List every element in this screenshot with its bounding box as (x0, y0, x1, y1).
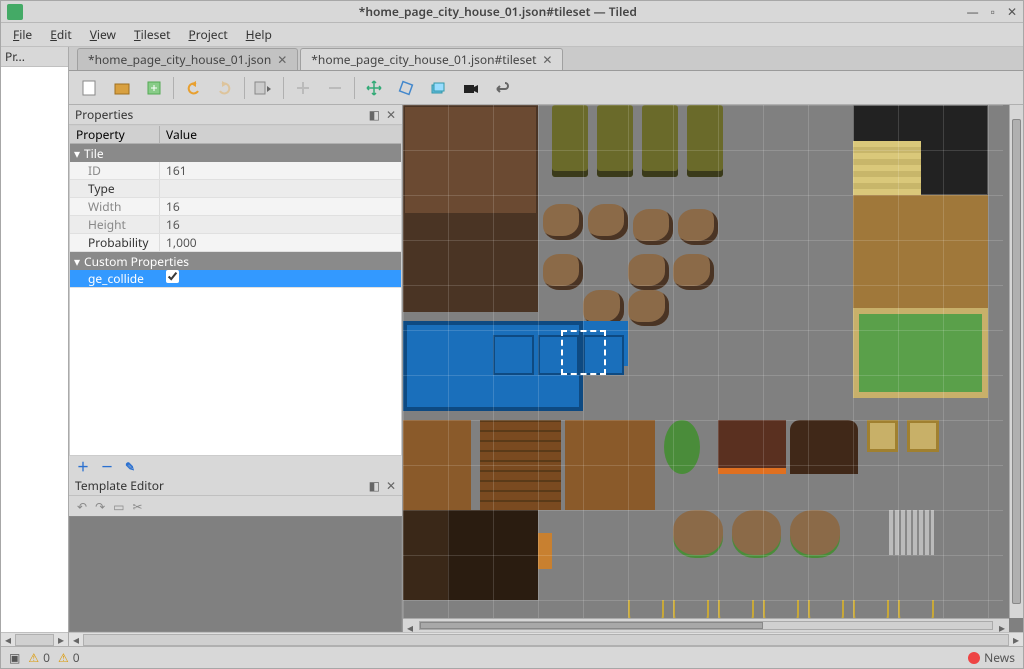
warning-count[interactable]: ⚠0 (58, 649, 80, 666)
prop-row-type[interactable]: Type (70, 180, 401, 198)
properties-tools: ＋ － ✎ (69, 456, 402, 476)
tile[interactable] (853, 308, 988, 398)
project-hscrollbar[interactable]: ◂▸ (1, 632, 68, 646)
menu-view[interactable]: View (82, 23, 124, 46)
tab-document-1[interactable]: *home_page_city_house_01.json#tileset ✕ (300, 48, 563, 70)
template-canvas[interactable] (69, 516, 402, 632)
tile[interactable] (628, 290, 669, 326)
open-file-icon[interactable] (109, 75, 135, 101)
tile[interactable] (403, 213, 538, 312)
new-file-icon[interactable] (77, 75, 103, 101)
prop-row-ge-collide[interactable]: ge_collide (70, 270, 401, 288)
properties-header: Properties ◧ ✕ (69, 105, 402, 125)
dock-icon[interactable]: ◧ (369, 106, 380, 123)
titlebar: *home_page_city_house_01.json#tileset — … (1, 1, 1023, 23)
remove-property-icon[interactable]: － (101, 458, 113, 475)
tab-close-icon[interactable]: ✕ (277, 51, 287, 68)
maximize-button[interactable]: ▫ (991, 3, 995, 20)
add-property-icon[interactable]: ＋ (77, 458, 89, 475)
toolbar (69, 71, 1023, 105)
menubar: File Edit View Tileset Project Help (1, 23, 1023, 47)
camera-icon[interactable] (457, 75, 483, 101)
menu-help[interactable]: Help (238, 23, 280, 46)
prop-row-width[interactable]: Width 16 (70, 198, 401, 216)
tile[interactable] (543, 204, 584, 240)
section-custom[interactable]: ▾Custom Properties (70, 252, 401, 270)
project-tree[interactable] (1, 67, 68, 632)
workspace-hscrollbar[interactable]: ◂▸ (69, 632, 1023, 646)
template-tools: ↶ ↷ ▭ ✂ (69, 496, 402, 516)
template-editor-header: Template Editor ◧ ✕ (69, 476, 402, 496)
menu-edit[interactable]: Edit (42, 23, 80, 46)
menu-file[interactable]: File (5, 23, 40, 46)
properties-title: Properties (75, 106, 133, 123)
tab-label: *home_page_city_house_01.json#tileset (311, 51, 536, 68)
tile[interactable] (889, 510, 934, 555)
tile-selection (561, 330, 606, 375)
document-tabbar: *home_page_city_house_01.json ✕ *home_pa… (69, 47, 1023, 71)
prop-row-height[interactable]: Height 16 (70, 216, 401, 234)
edit-property-icon[interactable]: ✎ (125, 458, 135, 475)
canvas-hscrollbar[interactable]: ◂ ▸ (403, 618, 1009, 632)
col-value: Value (160, 126, 401, 143)
move-icon[interactable] (361, 75, 387, 101)
tmpl-icon-2[interactable]: ✂ (132, 498, 142, 515)
rotate-icon[interactable] (393, 75, 419, 101)
undo-icon[interactable] (180, 75, 206, 101)
export-icon[interactable] (141, 75, 167, 101)
return-icon[interactable] (489, 75, 515, 101)
menu-project[interactable]: Project (180, 23, 235, 46)
prop-row-probability[interactable]: Probability 1,000 (70, 234, 401, 252)
properties-icon[interactable] (251, 75, 277, 101)
project-panel: Pr... ◂▸ (1, 47, 69, 646)
minimize-button[interactable]: — (967, 3, 979, 20)
tile[interactable] (538, 533, 552, 569)
properties-table[interactable]: Property Value ▾Tile ID 161 Type (69, 125, 402, 456)
close-button[interactable]: ✕ (1007, 3, 1017, 20)
news-link[interactable]: News (968, 649, 1015, 666)
tile[interactable] (790, 510, 840, 555)
close-panel-icon[interactable]: ✕ (386, 477, 396, 494)
prop-row-id[interactable]: ID 161 (70, 162, 401, 180)
project-panel-title: Pr... (1, 47, 68, 67)
tab-close-icon[interactable]: ✕ (542, 51, 552, 68)
template-editor-title: Template Editor (75, 477, 164, 494)
error-count[interactable]: ⚠0 (28, 649, 50, 666)
remove-icon[interactable] (322, 75, 348, 101)
ge-collide-checkbox[interactable] (166, 270, 179, 283)
window-title: *home_page_city_house_01.json#tileset — … (29, 3, 967, 20)
tile[interactable] (493, 335, 534, 376)
section-tile[interactable]: ▾Tile (70, 144, 401, 162)
console-icon[interactable]: ▣ (9, 649, 20, 666)
tile[interactable] (588, 204, 629, 240)
tile[interactable] (403, 105, 538, 222)
add-icon[interactable] (290, 75, 316, 101)
col-property: Property (70, 126, 160, 143)
tmpl-icon-1[interactable]: ▭ (113, 498, 124, 515)
tab-label: *home_page_city_house_01.json (88, 51, 271, 68)
canvas-vscrollbar[interactable] (1009, 105, 1023, 618)
tmpl-redo-icon[interactable]: ↷ (95, 498, 105, 515)
close-panel-icon[interactable]: ✕ (386, 106, 396, 123)
statusbar: ▣ ⚠0 ⚠0 News (1, 646, 1023, 668)
tile[interactable] (907, 420, 939, 452)
tab-document-0[interactable]: *home_page_city_house_01.json ✕ (77, 48, 298, 70)
dock-icon[interactable]: ◧ (369, 477, 380, 494)
tileset-canvas[interactable]: ◂ ▸ (403, 105, 1023, 632)
tile[interactable] (732, 510, 782, 555)
menu-tileset[interactable]: Tileset (126, 23, 179, 46)
tmpl-undo-icon[interactable]: ↶ (77, 498, 87, 515)
tile[interactable] (673, 510, 723, 555)
tile[interactable] (867, 420, 899, 452)
app-icon (7, 4, 23, 20)
layers-icon[interactable] (425, 75, 451, 101)
redo-icon[interactable] (212, 75, 238, 101)
